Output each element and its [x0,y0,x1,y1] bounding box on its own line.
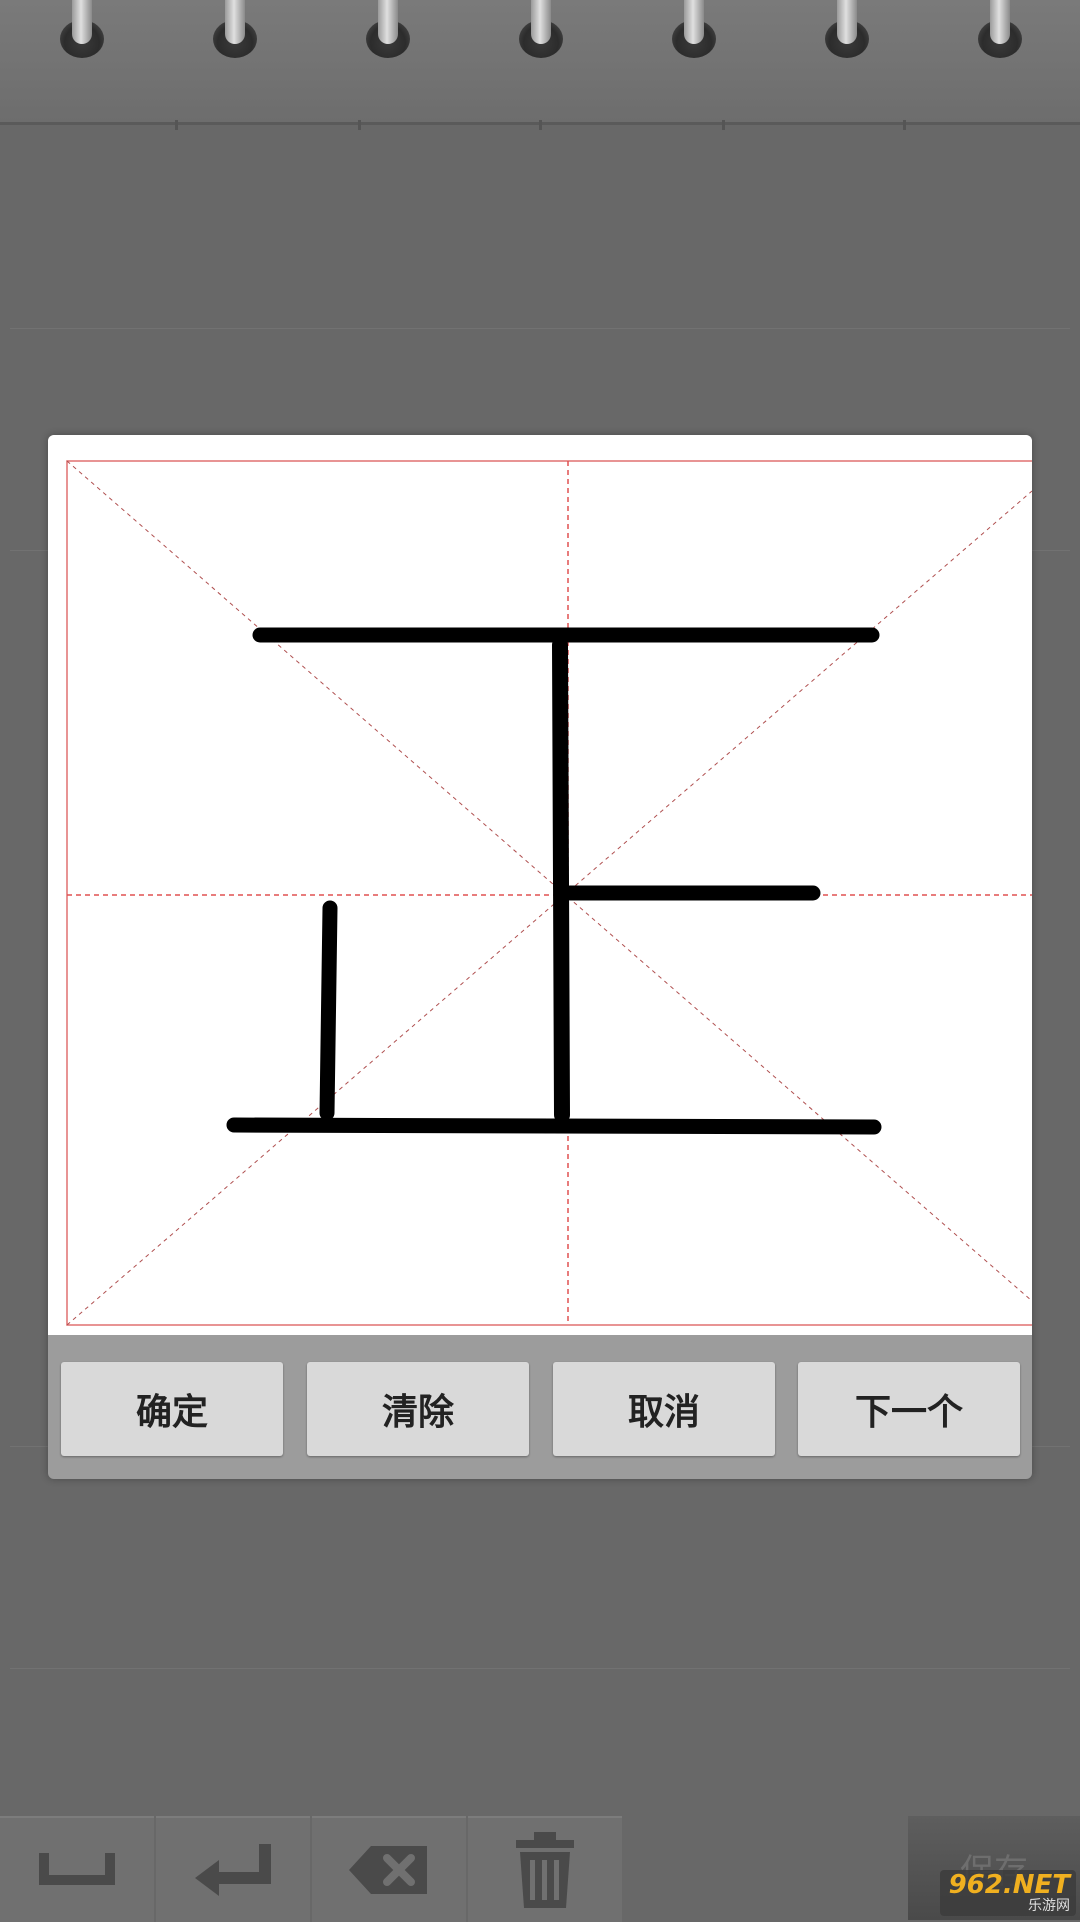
cancel-button[interactable]: 取消 [553,1362,775,1456]
grid-border [66,460,1032,1326]
spiral-ring [517,0,565,62]
ruler-tick [539,120,542,130]
space-icon [39,1853,115,1885]
watermark-main: 962.NET [948,1870,1070,1900]
ruler-tick [358,120,361,130]
next-button[interactable]: 下一个 [798,1362,1020,1456]
spiral-ring [211,0,259,62]
enter-button[interactable] [156,1816,310,1922]
ink-strokes [226,627,882,1135]
watermark-logo: 962.NET 乐游网 [940,1870,1076,1916]
grid-diagonal [66,490,1032,1326]
spiral-ring [670,0,718,62]
watermark-sub: 乐游网 [1028,1898,1070,1914]
ruler-tick [722,120,725,130]
dialog-button-row: 确定 清除 取消 下一个 [48,1335,1032,1479]
confirm-button[interactable]: 确定 [61,1362,283,1456]
ink-stroke [319,900,338,1121]
trash-icon [516,1832,574,1908]
writing-grid [66,460,1032,1326]
page-line [10,1668,1070,1669]
delete-button[interactable] [468,1816,622,1922]
backspace-button[interactable] [312,1816,466,1922]
page-line [10,328,1070,329]
ink-stroke [226,1117,882,1135]
ruler-tick [175,120,178,130]
space-button[interactable] [0,1816,154,1922]
handwriting-canvas[interactable] [48,435,1032,1335]
bottom-toolbar [0,1816,626,1922]
ruler-tick [903,120,906,130]
spiral-ring [976,0,1024,62]
grid-diagonal [66,460,1032,1302]
enter-icon [195,1844,271,1896]
spiral-ring [364,0,412,62]
handwriting-dialog: 确定 清除 取消 下一个 [48,435,1032,1479]
ink-stroke [552,637,570,1123]
backspace-icon [349,1846,427,1894]
spiral-ring [823,0,871,62]
clear-button[interactable]: 清除 [307,1362,529,1456]
spiral-ring [58,0,106,62]
notebook-header [0,0,1080,125]
